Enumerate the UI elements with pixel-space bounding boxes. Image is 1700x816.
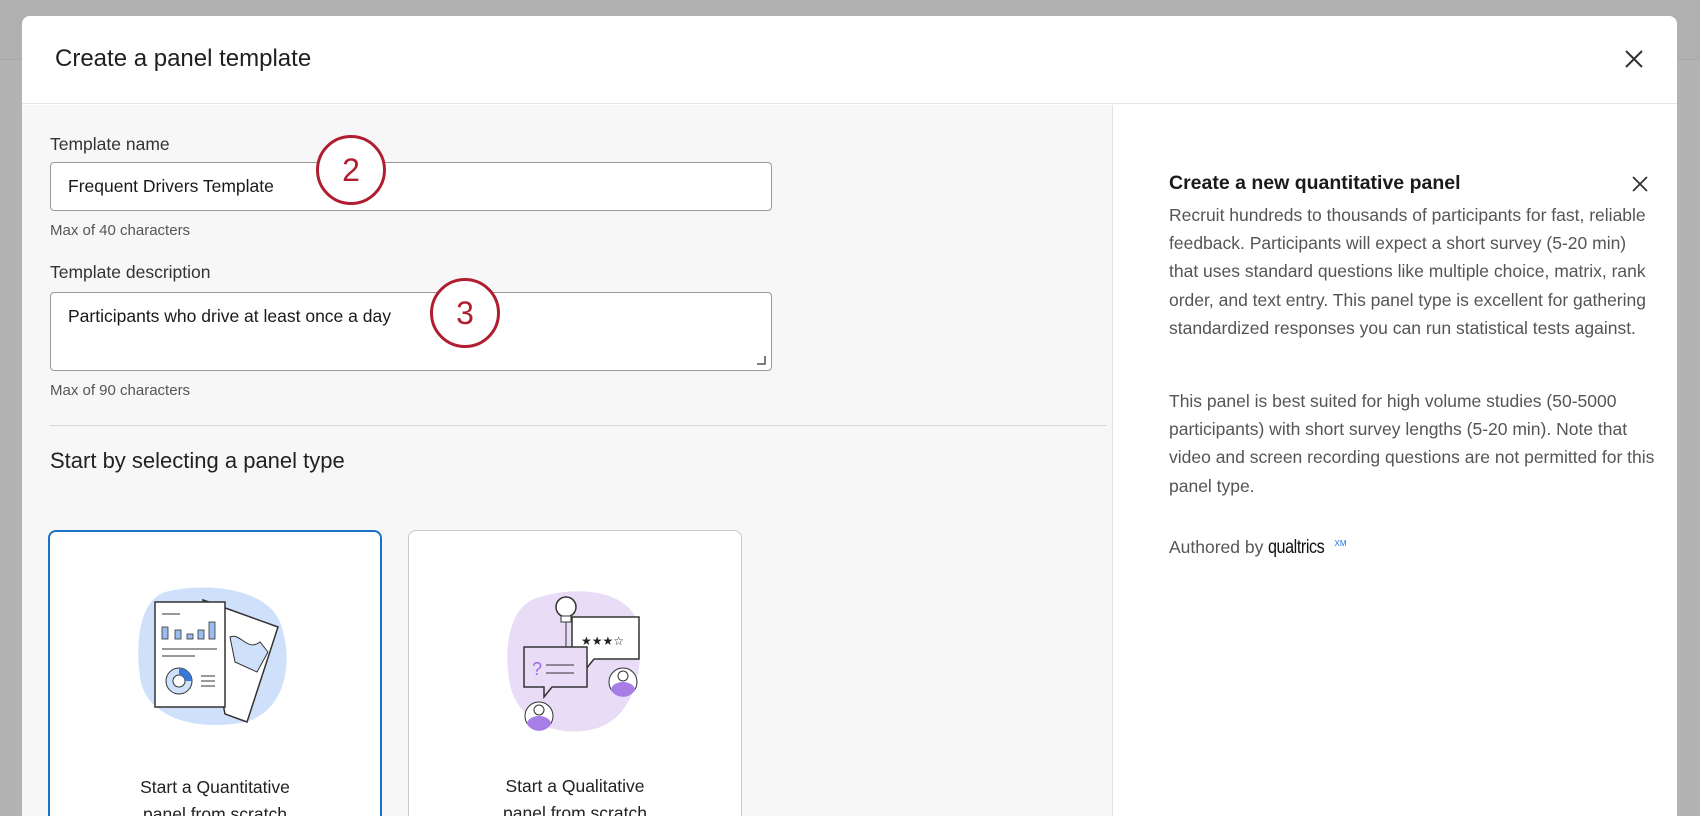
template-name-hint: Max of 40 characters xyxy=(50,222,191,239)
template-name-input[interactable]: Frequent Drivers Template xyxy=(50,162,772,211)
create-panel-template-dialog: Create a panel template Template name Fr… xyxy=(22,16,1677,816)
info-pane: Create a new quantitative panel Recruit … xyxy=(1114,105,1677,816)
qualitative-illustration-icon: ★★★☆ ? xyxy=(507,591,641,732)
template-description-label: Template description xyxy=(50,262,211,282)
card-label-line1: Start a Quantitative xyxy=(140,777,290,797)
panel-type-heading: Start by selecting a panel type xyxy=(50,448,345,473)
dialog-title: Create a panel template xyxy=(55,45,312,72)
template-description-textarea[interactable]: Participants who drive at least once a d… xyxy=(50,292,772,371)
template-description-hint: Max of 90 characters xyxy=(50,382,191,399)
annotation-step-2: 2 xyxy=(316,135,386,205)
info-title: Create a new quantitative panel xyxy=(1169,172,1461,194)
form-pane: Template name Frequent Drivers Template … xyxy=(22,105,1113,816)
info-paragraph-1: Recruit hundreds to thousands of partici… xyxy=(1169,205,1646,338)
info-paragraph-2: This panel is best suited for high volum… xyxy=(1169,391,1655,496)
resize-handle-icon[interactable] xyxy=(756,355,766,365)
svg-text:?: ? xyxy=(532,659,542,679)
qualtrics-logo: qualtrics xyxy=(1268,537,1325,558)
authored-by: Authored by qualtrics XM xyxy=(1169,537,1347,559)
template-name-label: Template name xyxy=(50,134,170,154)
description-text: Participants who drive at least once a d… xyxy=(68,306,391,326)
svg-text:★★★☆: ★★★☆ xyxy=(581,634,624,648)
close-info-icon[interactable] xyxy=(1629,173,1651,195)
quantitative-illustration-icon xyxy=(138,587,287,725)
card-label-line1: Start a Qualitative xyxy=(505,776,645,796)
annotation-step-3: 3 xyxy=(430,278,500,348)
xm-mark: XM xyxy=(1334,539,1347,549)
dialog-header: Create a panel template xyxy=(22,16,1677,104)
quantitative-panel-card[interactable]: Start a Quantitative panel from scratch xyxy=(48,530,382,816)
card-label-line2: panel from scratch xyxy=(503,803,647,816)
authored-by-label: Authored by xyxy=(1169,537,1264,557)
card-label-line2: panel from scratch xyxy=(143,804,287,816)
qualitative-panel-card[interactable]: ★★★☆ ? Start a Qualitative panel from sc… xyxy=(408,530,742,816)
close-icon[interactable] xyxy=(1621,46,1647,72)
divider xyxy=(50,425,1107,426)
